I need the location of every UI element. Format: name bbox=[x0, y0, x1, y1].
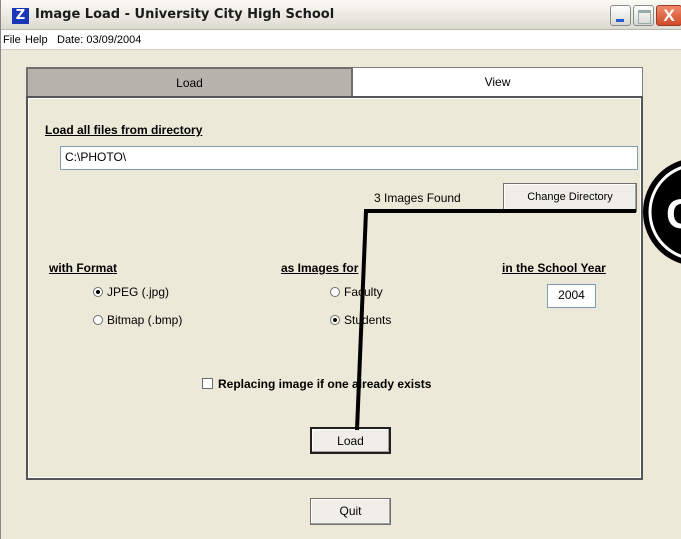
title-bar[interactable]: Z Image Load - University City High Scho… bbox=[1, 0, 681, 30]
replace-image-label: Replacing image if one already exists bbox=[218, 377, 432, 391]
callout-circle-ring bbox=[648, 166, 681, 258]
faculty-label: Faculty bbox=[344, 285, 383, 299]
image-load-window: Z Image Load - University City High Scho… bbox=[0, 0, 681, 539]
faculty-radio[interactable]: Faculty bbox=[330, 285, 383, 301]
close-icon: X bbox=[663, 6, 675, 25]
quit-button[interactable]: Quit bbox=[310, 498, 391, 525]
radio-unselected-icon bbox=[330, 287, 340, 297]
window-title: Image Load - University City High School bbox=[35, 7, 335, 22]
callout-circle bbox=[643, 160, 681, 264]
minimize-button[interactable] bbox=[610, 5, 631, 26]
maximize-button[interactable] bbox=[633, 5, 654, 26]
images-found-text: 3 Images Found bbox=[374, 191, 461, 205]
students-radio[interactable]: Students bbox=[330, 313, 391, 329]
radio-selected-icon bbox=[330, 315, 340, 325]
callout-label: C bbox=[666, 190, 681, 237]
tab-strip: Load View bbox=[26, 67, 643, 97]
replace-image-checkbox[interactable]: Replacing image if one already exists bbox=[202, 377, 431, 391]
close-button[interactable]: X bbox=[656, 5, 681, 26]
school-year-input[interactable]: 2004 bbox=[547, 284, 596, 308]
menu-file[interactable]: File bbox=[3, 34, 21, 46]
school-year-label: in the School Year bbox=[502, 261, 606, 275]
directory-label: Load all files from directory bbox=[45, 123, 203, 137]
load-button[interactable]: Load bbox=[310, 427, 391, 454]
menu-bar: File Help Date: 03/09/2004 bbox=[1, 30, 681, 50]
students-label: Students bbox=[344, 313, 392, 327]
format-label: with Format bbox=[49, 261, 117, 275]
format-bitmap-radio[interactable]: Bitmap (.bmp) bbox=[93, 313, 182, 329]
images-for-label: as Images for bbox=[281, 261, 359, 275]
menu-date: Date: 03/09/2004 bbox=[57, 34, 142, 46]
app-icon: Z bbox=[12, 8, 29, 24]
tab-view[interactable]: View bbox=[353, 67, 643, 97]
radio-selected-icon bbox=[93, 287, 103, 297]
format-bitmap-label: Bitmap (.bmp) bbox=[107, 313, 183, 327]
change-directory-button[interactable]: Change Directory bbox=[503, 183, 637, 212]
directory-path-input[interactable]: C:\PHOTO\ bbox=[60, 146, 638, 170]
checkbox-icon bbox=[202, 378, 213, 389]
format-jpeg-radio[interactable]: JPEG (.jpg) bbox=[93, 285, 169, 301]
radio-unselected-icon bbox=[93, 315, 103, 325]
tab-load[interactable]: Load bbox=[26, 67, 353, 97]
menu-help[interactable]: Help bbox=[25, 34, 48, 46]
format-jpeg-label: JPEG (.jpg) bbox=[107, 285, 170, 299]
